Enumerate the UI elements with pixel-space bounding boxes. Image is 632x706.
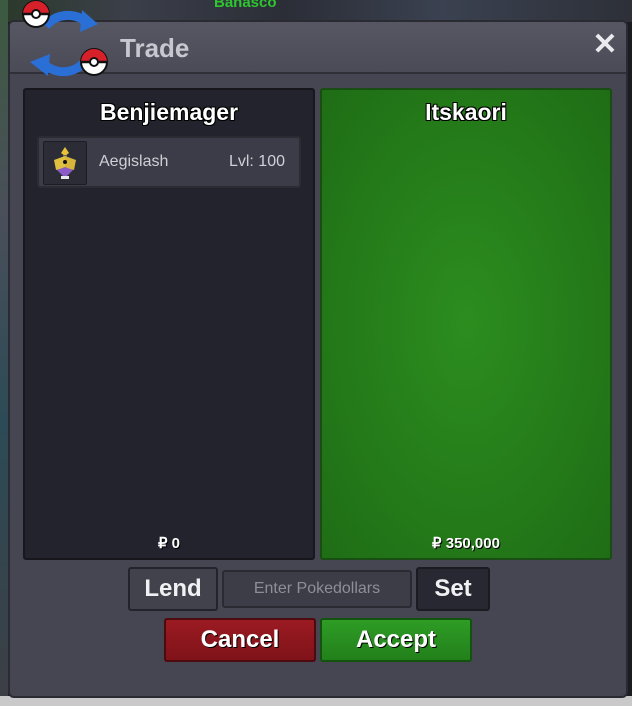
pokemon-level: Lvl: 100 <box>228 153 285 170</box>
partner-offer-panel: Itskaori ₽ 350,000 <box>320 88 612 560</box>
lend-button[interactable]: Lend <box>128 567 218 611</box>
game-background-left <box>0 0 8 706</box>
my-player-name: Benjiemager <box>99 99 239 125</box>
partner-money-offer: ₽ 350,000 <box>432 535 500 552</box>
aegislash-icon <box>43 141 87 185</box>
pokedollars-input[interactable] <box>222 570 412 608</box>
cancel-button[interactable]: Cancel <box>164 618 316 662</box>
window-title: Trade <box>120 33 190 63</box>
accept-button[interactable]: Accept <box>320 618 472 662</box>
set-button[interactable]: Set <box>416 567 490 611</box>
my-offer-panel: Benjiemager Aegislash Lvl: 100 ₽ 0 <box>23 88 315 560</box>
pokemon-name: Aegislash <box>99 153 169 170</box>
background-player-name: Banasco <box>214 0 277 11</box>
close-icon[interactable]: ✕ <box>592 30 618 60</box>
my-money-offer: ₽ 0 <box>157 535 181 552</box>
partner-player-name: Itskaori <box>425 99 507 125</box>
trade-swap-pokeball-icon <box>22 0 108 77</box>
offered-pokemon-row[interactable]: Aegislash Lvl: 100 <box>37 136 301 188</box>
